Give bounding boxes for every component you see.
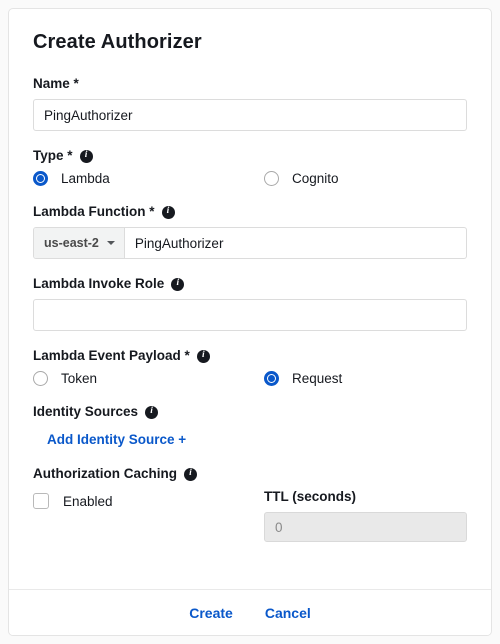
ttl-label: TTL (seconds) xyxy=(264,489,357,504)
region-select-value: us-east-2 xyxy=(44,236,99,250)
name-input[interactable] xyxy=(33,99,467,131)
page-title: Create Authorizer xyxy=(33,31,202,53)
lambda-function-field-group: Lambda Function * i us-east-2 xyxy=(33,204,467,259)
lambda-invoke-role-label-text: Lambda Invoke Role xyxy=(33,276,165,291)
type-label: Type * i xyxy=(33,148,467,164)
lambda-function-input[interactable] xyxy=(124,228,466,258)
lambda-function-row: us-east-2 xyxy=(33,227,467,259)
radio-cognito[interactable] xyxy=(264,171,279,186)
create-button[interactable]: Create xyxy=(189,605,233,621)
radio-option-cognito[interactable]: Cognito xyxy=(264,171,491,186)
name-field-group: Name * xyxy=(33,76,467,131)
type-label-text: Type * xyxy=(33,148,73,163)
name-label-text: Name * xyxy=(33,76,79,91)
radio-option-lambda[interactable]: Lambda xyxy=(33,171,264,186)
info-icon[interactable]: i xyxy=(145,405,159,419)
authorization-caching-row: Enabled TTL (seconds) xyxy=(33,489,467,542)
name-label: Name * xyxy=(33,76,467,92)
radio-token[interactable] xyxy=(33,371,48,386)
create-authorizer-card: Create Authorizer Name * Type * i Lambda… xyxy=(8,8,492,636)
radio-lambda[interactable] xyxy=(33,171,48,186)
form-body: Create Authorizer Name * Type * i Lambda… xyxy=(9,9,491,542)
lambda-event-payload-label: Lambda Event Payload * i xyxy=(33,348,467,364)
caching-enabled-label: Enabled xyxy=(63,493,113,509)
info-icon[interactable]: i xyxy=(184,467,197,481)
caching-enabled-option[interactable]: Enabled xyxy=(33,489,264,509)
identity-sources-label-text: Identity Sources xyxy=(33,404,139,419)
info-icon[interactable]: i xyxy=(171,277,185,291)
radio-request[interactable] xyxy=(264,371,279,386)
info-icon[interactable]: i xyxy=(196,349,210,363)
lambda-invoke-role-field-group: Lambda Invoke Role i xyxy=(33,276,467,331)
radio-label-cognito: Cognito xyxy=(292,171,339,186)
radio-label-request: Request xyxy=(292,371,343,386)
radio-option-token[interactable]: Token xyxy=(33,371,264,386)
ttl-input[interactable] xyxy=(264,512,467,542)
ttl-field-group: TTL (seconds) xyxy=(264,489,467,542)
form-footer: Create Cancel xyxy=(9,589,491,635)
caching-enabled-checkbox[interactable] xyxy=(33,493,49,509)
lambda-invoke-role-label: Lambda Invoke Role i xyxy=(33,276,467,292)
cancel-button[interactable]: Cancel xyxy=(265,605,311,621)
lambda-invoke-role-input[interactable] xyxy=(33,299,467,331)
info-icon[interactable]: i xyxy=(161,205,175,219)
radio-option-request[interactable]: Request xyxy=(264,371,491,386)
radio-label-token: Token xyxy=(61,371,98,386)
chevron-down-icon xyxy=(106,241,115,245)
add-identity-source-link[interactable]: Add Identity Source + xyxy=(47,432,186,447)
radio-label-lambda: Lambda xyxy=(61,171,110,186)
type-radio-group: Lambda Cognito xyxy=(33,171,467,186)
lambda-function-label-text: Lambda Function * xyxy=(33,204,155,219)
info-icon[interactable]: i xyxy=(79,149,93,163)
lambda-event-payload-label-text: Lambda Event Payload * xyxy=(33,348,190,363)
lambda-function-label: Lambda Function * i xyxy=(33,204,467,220)
add-identity-source-wrap: Add Identity Source + xyxy=(33,431,467,449)
authorization-caching-label: Authorization Caching i xyxy=(33,466,467,482)
authorization-caching-label-text: Authorization Caching xyxy=(33,466,177,481)
lambda-event-payload-radio-group: Token Request xyxy=(33,371,467,386)
identity-sources-label: Identity Sources i xyxy=(33,404,467,420)
region-select[interactable]: us-east-2 xyxy=(34,228,125,258)
